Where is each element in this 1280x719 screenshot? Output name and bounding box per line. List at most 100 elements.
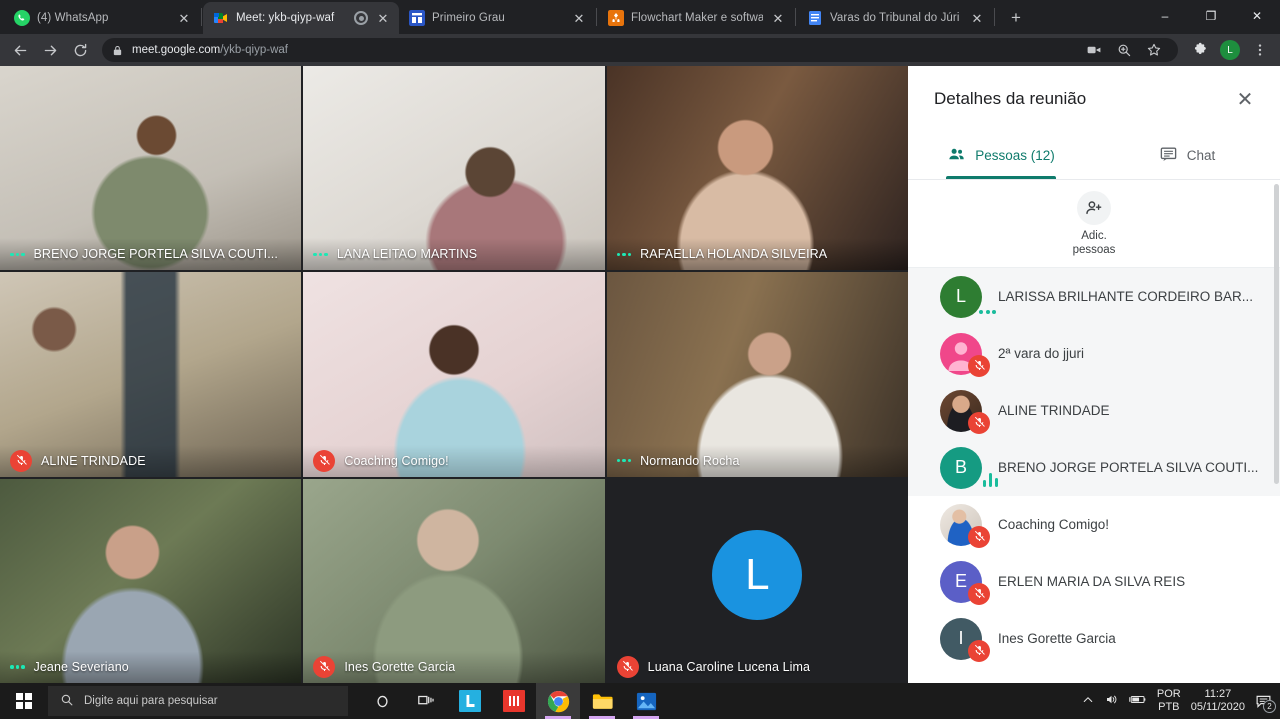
close-icon[interactable]: ✕: [375, 10, 391, 26]
whatsapp-icon: [14, 10, 30, 26]
language-line2: PTB: [1158, 701, 1180, 713]
browser-tab-flowchart-maker[interactable]: Flowchart Maker e software de ✕: [598, 2, 794, 34]
mic-off-icon: [313, 655, 336, 678]
minimize-button[interactable]: –: [1142, 0, 1188, 32]
person-add-icon: [1077, 190, 1111, 225]
close-window-button[interactable]: ✕: [1234, 0, 1280, 32]
tile-name-bar: Ines Gorette Garcia: [303, 650, 605, 683]
browser-tab-meet[interactable]: Meet: ykb-qiyp-waf ✕: [203, 2, 399, 34]
new-tab-button[interactable]: +: [1002, 4, 1030, 32]
battery-icon[interactable]: [1129, 693, 1147, 709]
address-bar[interactable]: meet.google.com/ykb-qiyp-waf: [102, 38, 1178, 62]
participant-name: LANA LEITAO MARTINS: [336, 247, 478, 262]
tab-title: Flowchart Maker e software de: [631, 12, 763, 24]
tile-name-bar: ALINE TRINDADE: [0, 444, 302, 477]
language-indicator[interactable]: POR PTB: [1157, 688, 1181, 714]
back-arrow-icon[interactable]: [6, 36, 34, 64]
google-meet-icon: [213, 10, 229, 26]
tab-divider: [596, 8, 597, 26]
list-item[interactable]: Coaching Comigo!: [908, 496, 1280, 553]
add-people-button[interactable]: Adic. pessoas: [908, 180, 1280, 268]
list-item[interactable]: 2ª vara do jjuri: [908, 325, 1280, 382]
camera-icon[interactable]: [1080, 36, 1108, 64]
tile-name-bar: Coaching Comigo!: [303, 444, 605, 477]
list-item[interactable]: ALINE TRINDADE: [908, 382, 1280, 439]
close-icon[interactable]: ✕: [571, 10, 587, 26]
panel-header: Detalhes da reunião ✕: [908, 66, 1280, 132]
cortana-icon[interactable]: [360, 683, 404, 719]
video-tile[interactable]: RAFAELLA HOLANDA SILVEIRA: [606, 66, 908, 271]
maximize-button[interactable]: ❐: [1188, 0, 1234, 32]
action-center-icon[interactable]: 2: [1255, 693, 1276, 713]
video-tile[interactable]: Normando Rocha: [606, 272, 908, 477]
panel-scrollbar[interactable]: [1274, 184, 1279, 484]
windows-start-icon[interactable]: [0, 683, 48, 719]
video-tile[interactable]: ALINE TRINDADE: [0, 272, 302, 477]
mic-off-icon: [313, 449, 336, 472]
zoom-icon[interactable]: [1110, 36, 1138, 64]
omnibox-actions: [1080, 36, 1168, 64]
kebab-menu-icon[interactable]: [1246, 36, 1274, 64]
speaking-indicator-icon: [616, 247, 632, 261]
video-grid: BRENO JORGE PORTELA SILVA COUTI... LANA …: [0, 66, 908, 683]
file-explorer-icon[interactable]: [580, 683, 624, 719]
close-icon[interactable]: ✕: [176, 10, 192, 26]
participant-name: Coaching Comigo!: [998, 517, 1110, 532]
tile-name-bar: RAFAELLA HOLANDA SILVEIRA: [606, 238, 908, 271]
reload-icon[interactable]: [66, 36, 94, 64]
close-icon[interactable]: ✕: [969, 10, 985, 26]
list-item[interactable]: E ERLEN MARIA DA SILVA REIS: [908, 553, 1280, 610]
tile-name-bar: BRENO JORGE PORTELA SILVA COUTI...: [0, 238, 302, 271]
volume-icon[interactable]: [1104, 692, 1119, 710]
task-view-icon[interactable]: [404, 683, 448, 719]
video-tile[interactable]: LANA LEITAO MARTINS: [303, 66, 605, 271]
avatar: B: [940, 446, 998, 489]
video-tile[interactable]: Ines Gorette Garcia: [303, 478, 605, 683]
video-tile[interactable]: L Luana Caroline Lucena Lima: [606, 478, 908, 683]
notification-count: 2: [1263, 699, 1276, 713]
extensions-puzzle-icon[interactable]: [1186, 36, 1214, 64]
primeiro-grau-icon: [409, 10, 425, 26]
avatar: [940, 503, 990, 548]
window-controls: – ❐ ✕: [1142, 0, 1280, 32]
forward-arrow-icon[interactable]: [36, 36, 64, 64]
list-item[interactable]: B BRENO JORGE PORTELA SILVA COUTI...: [908, 439, 1280, 496]
tab-recording-indicator-icon[interactable]: [354, 11, 368, 25]
tab-chat[interactable]: Chat: [1094, 132, 1280, 179]
close-icon[interactable]: ✕: [770, 10, 786, 26]
close-icon[interactable]: ✕: [1230, 87, 1260, 112]
video-tile[interactable]: Coaching Comigo!: [303, 272, 605, 477]
lock-icon: [112, 45, 123, 56]
mic-off-icon: [968, 354, 990, 377]
participant-name: 2ª vara do jjuri: [998, 346, 1085, 361]
participant-list[interactable]: L LARISSA BRILHANTE CORDEIRO BAR... 2ª v…: [908, 268, 1280, 683]
browser-tab-varas-tribunal[interactable]: Varas do Tribunal do Júri - Sess ✕: [797, 2, 993, 34]
show-hidden-icons-icon[interactable]: [1082, 694, 1094, 709]
participant-name: Ines Gorette Garcia: [998, 631, 1116, 646]
google-chrome-icon[interactable]: [536, 683, 580, 719]
avatar: E: [940, 560, 990, 605]
photos-icon[interactable]: [624, 683, 668, 719]
browser-tab-primeiro-grau[interactable]: Primeiro Grau ✕: [399, 2, 595, 34]
tab-title: Meet: ykb-qiyp-waf: [236, 12, 335, 24]
search-input[interactable]: Digite aqui para pesquisar: [48, 686, 348, 716]
video-tile[interactable]: BRENO JORGE PORTELA SILVA COUTI...: [0, 66, 302, 271]
list-item[interactable]: L LARISSA BRILHANTE CORDEIRO BAR...: [908, 268, 1280, 325]
speaking-indicator-icon: [313, 247, 328, 261]
docs-icon: [807, 10, 823, 26]
participant-name: BRENO JORGE PORTELA SILVA COUTI...: [33, 247, 278, 262]
avatar: [940, 332, 990, 377]
speaking-indicator-icon: [979, 309, 996, 314]
browser-tab-whatsapp[interactable]: (4) WhatsApp ✕: [4, 2, 200, 34]
app-l-icon[interactable]: [448, 683, 492, 719]
meeting-details-panel: Detalhes da reunião ✕ Pessoas (12) Chat: [908, 66, 1280, 683]
tab-label: Pessoas (12): [975, 148, 1055, 163]
list-item[interactable]: I Ines Gorette Garcia: [908, 610, 1280, 667]
avatar-initial: B: [940, 446, 982, 489]
profile-avatar[interactable]: L: [1220, 40, 1240, 60]
clock[interactable]: 11:27 05/11/2020: [1191, 688, 1245, 714]
app-red-icon[interactable]: [492, 683, 536, 719]
tab-pessoas[interactable]: Pessoas (12): [908, 132, 1094, 179]
bookmark-star-icon[interactable]: [1140, 36, 1168, 64]
video-tile[interactable]: Jeane Severiano: [0, 478, 302, 683]
